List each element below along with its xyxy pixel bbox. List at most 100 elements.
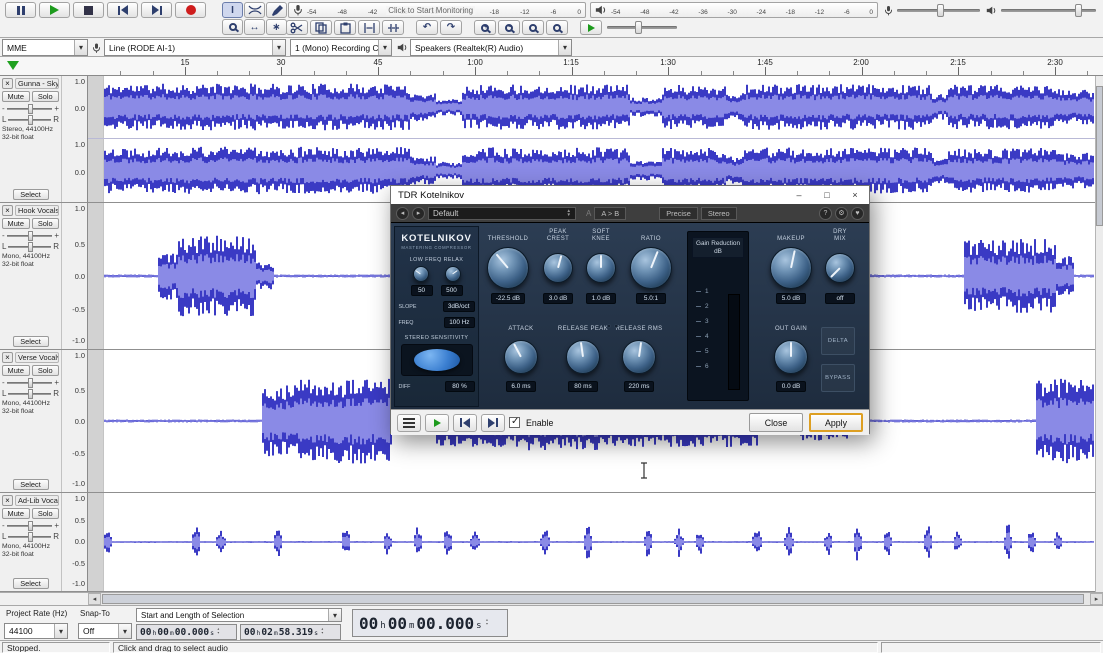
track-close-button[interactable]: × (2, 78, 13, 89)
playback-volume-slider[interactable] (1001, 9, 1096, 12)
apply-button[interactable]: Apply (809, 413, 863, 432)
slope-value[interactable]: 3dB/oct (443, 301, 475, 312)
recording-volume-slider[interactable] (897, 9, 980, 12)
track-close-button[interactable]: × (2, 205, 13, 216)
track-title-dropdown[interactable]: Hook Vocals▾ (15, 205, 59, 216)
release-mode-dots[interactable] (607, 324, 618, 328)
mute-button[interactable]: Mute (2, 218, 30, 229)
select-button[interactable]: Select (13, 189, 49, 200)
recording-meter[interactable]: -54-48-42-36-30-24-18-12-60 Click to Sta… (288, 2, 586, 18)
dry-mix-knob[interactable] (825, 253, 855, 283)
lfr-knob-1[interactable] (413, 266, 429, 282)
track-title-dropdown[interactable]: Gunna - Sky▾ (15, 78, 59, 89)
mute-button[interactable]: Mute (2, 91, 30, 102)
out-gain-knob[interactable] (774, 340, 808, 374)
preset-next-button[interactable]: ▸ (412, 207, 425, 220)
track-title-dropdown[interactable]: Ad-Lib Vocal▾ (15, 495, 59, 506)
ab-compare-button[interactable]: A > B (594, 207, 626, 220)
horizontal-scrollbar[interactable]: ◂ ▸ (0, 592, 1103, 605)
stereo-sensitivity-ellipse[interactable] (414, 349, 460, 371)
ratio-knob[interactable] (630, 247, 672, 289)
stop-button[interactable] (73, 2, 104, 18)
mute-button[interactable]: Mute (2, 508, 30, 519)
timeshift-tool-button[interactable]: ↔ (244, 19, 265, 35)
recording-device-dropdown[interactable]: Line (RODE AI-1) (104, 39, 286, 56)
precise-mode-button[interactable]: Precise (659, 207, 698, 220)
diff-value[interactable]: 80 % (445, 381, 475, 392)
minimize-button[interactable]: – (785, 186, 813, 204)
audio-host-dropdown[interactable]: MME (2, 39, 88, 56)
multi-tool-button[interactable]: ∗ (266, 19, 287, 35)
paste-button[interactable] (334, 20, 356, 35)
mute-button[interactable]: Mute (2, 365, 30, 376)
redo-button[interactable]: ↷ (440, 20, 462, 35)
undo-button[interactable]: ↶ (416, 20, 438, 35)
playback-device-dropdown[interactable]: Speakers (Realtek(R) Audio) (410, 39, 572, 56)
help-button[interactable]: ? (819, 207, 832, 220)
lfr-knob-2[interactable] (445, 266, 461, 282)
vertical-scale[interactable]: 1.0 0.5 0.0 -0.5 -1.0 (62, 350, 88, 492)
monitor-hint-label[interactable]: Click to Start Monitoring (386, 6, 475, 15)
waveform-area[interactable] (88, 493, 1095, 591)
silence-audio-button[interactable] (382, 20, 404, 35)
envelope-tool-button[interactable] (244, 2, 265, 18)
preset-prev-button[interactable]: ◂ (396, 207, 409, 220)
soft-knee-knob[interactable] (586, 253, 616, 283)
select-button[interactable]: Select (13, 336, 49, 347)
play-speed-slider[interactable] (607, 26, 677, 29)
vertical-scale[interactable]: 1.0 0.0 1.0 0.0 (62, 76, 88, 202)
cut-button[interactable] (286, 20, 308, 35)
pan-slider[interactable]: LR (2, 532, 59, 541)
vertical-scrollbar-thumb[interactable] (1096, 86, 1103, 226)
gain-slider[interactable]: -+ (2, 104, 59, 113)
solo-button[interactable]: Solo (32, 508, 60, 519)
freq-value[interactable]: 100 Hz (444, 317, 474, 328)
favorite-heart-button[interactable]: ♥ (851, 207, 864, 220)
skip-to-end-button[interactable] (141, 2, 172, 18)
solo-button[interactable]: Solo (32, 365, 60, 376)
vertical-scrollbar[interactable] (1095, 76, 1103, 592)
close-button[interactable]: Close (749, 413, 803, 432)
vertical-scale[interactable]: 1.0 0.5 0.0 -0.5 -1.0 (62, 493, 88, 591)
horizontal-scrollbar-thumb[interactable] (102, 594, 1084, 604)
track-close-button[interactable]: × (2, 352, 13, 363)
gain-slider[interactable]: -+ (2, 378, 59, 387)
selection-start-field[interactable]: 00h00m00.000s▴▾ (136, 624, 237, 640)
makeup-knob[interactable] (770, 247, 812, 289)
skip-forward-button[interactable] (481, 414, 505, 432)
audio-position-field[interactable]: 00h00m00.000s▴▾ (352, 609, 508, 637)
waveform-area[interactable] (88, 76, 1095, 202)
attack-knob[interactable] (504, 340, 538, 374)
peak-crest-knob[interactable] (543, 253, 573, 283)
pause-button[interactable] (5, 2, 36, 18)
gain-slider[interactable]: -+ (2, 521, 59, 530)
play-button[interactable] (39, 2, 70, 18)
preset-dropdown[interactable]: Default▲▼ (428, 207, 576, 220)
solo-button[interactable]: Solo (32, 91, 60, 102)
zoom-in-button[interactable]: + (474, 20, 496, 35)
zoom-tool-button[interactable] (222, 19, 243, 35)
track-close-button[interactable]: × (2, 495, 13, 506)
manage-menu-button[interactable] (397, 414, 421, 432)
solo-button[interactable]: Solo (32, 218, 60, 229)
plugin-titlebar[interactable]: TDR Kotelnikov – □ × (391, 186, 869, 204)
trim-audio-button[interactable] (358, 20, 380, 35)
close-window-button[interactable]: × (841, 186, 869, 204)
release-peak-knob[interactable] (566, 340, 600, 374)
delta-button[interactable]: DELTA (821, 327, 855, 355)
threshold-knob[interactable] (487, 247, 529, 289)
record-button[interactable] (175, 2, 206, 18)
project-rate-dropdown[interactable]: 44100 (4, 623, 68, 639)
draw-tool-button[interactable] (266, 2, 287, 18)
timeline-ruler[interactable]: 15 30 45 1:00 1:15 1:30 1:45 2:00 2:15 2… (0, 57, 1103, 76)
select-button[interactable]: Select (13, 479, 49, 490)
vertical-scale[interactable]: 1.0 0.5 0.0 -0.5 -1.0 (62, 203, 88, 349)
playback-meter[interactable]: -54-48-42-36-30-24-18-12-60 (590, 2, 878, 18)
pan-slider[interactable]: LR (2, 389, 59, 398)
skip-to-start-button[interactable] (107, 2, 138, 18)
enable-checkbox[interactable] (509, 417, 520, 428)
recording-channels-dropdown[interactable]: 1 (Mono) Recording Chann (290, 39, 392, 56)
timeline-pin-icon[interactable] (7, 61, 19, 70)
play-at-speed-button[interactable] (580, 20, 602, 35)
scroll-left-button[interactable]: ◂ (88, 593, 101, 605)
